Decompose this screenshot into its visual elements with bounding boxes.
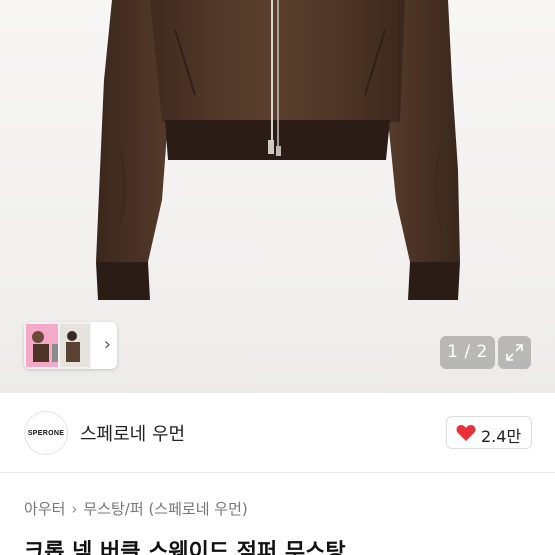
seller-name[interactable]: 스페로네 우먼: [80, 420, 185, 446]
breadcrumb-item-category[interactable]: 무스탕/퍼: [83, 500, 143, 518]
thumbnail-strip[interactable]: ›: [24, 322, 117, 369]
breadcrumb: 아우터 › 무스탕/퍼 (스페로네 우먼): [24, 498, 248, 519]
product-image-gallery[interactable]: › 1 / 2: [0, 0, 555, 393]
seller-row[interactable]: SPERONE 스페로네 우먼 2.4만: [0, 393, 555, 473]
chevron-right-icon[interactable]: ›: [104, 335, 111, 355]
thumbnail-image[interactable]: [24, 322, 91, 369]
expand-icon: [506, 344, 523, 361]
breadcrumb-item-outer[interactable]: 아우터: [24, 500, 65, 518]
heart-icon: [456, 425, 476, 441]
breadcrumb-separator-icon: ›: [71, 500, 78, 518]
like-count: 2.4만: [481, 427, 522, 446]
breadcrumb-item-brand[interactable]: (스페로네 우먼): [148, 500, 247, 518]
expand-button[interactable]: [498, 336, 531, 369]
image-counter: 1 / 2: [440, 336, 495, 369]
seller-logo[interactable]: SPERONE: [24, 411, 68, 455]
like-button[interactable]: 2.4만: [446, 416, 532, 449]
product-title: 크롭 넥 버클 스웨이드 점퍼 무스탕: [24, 540, 346, 555]
